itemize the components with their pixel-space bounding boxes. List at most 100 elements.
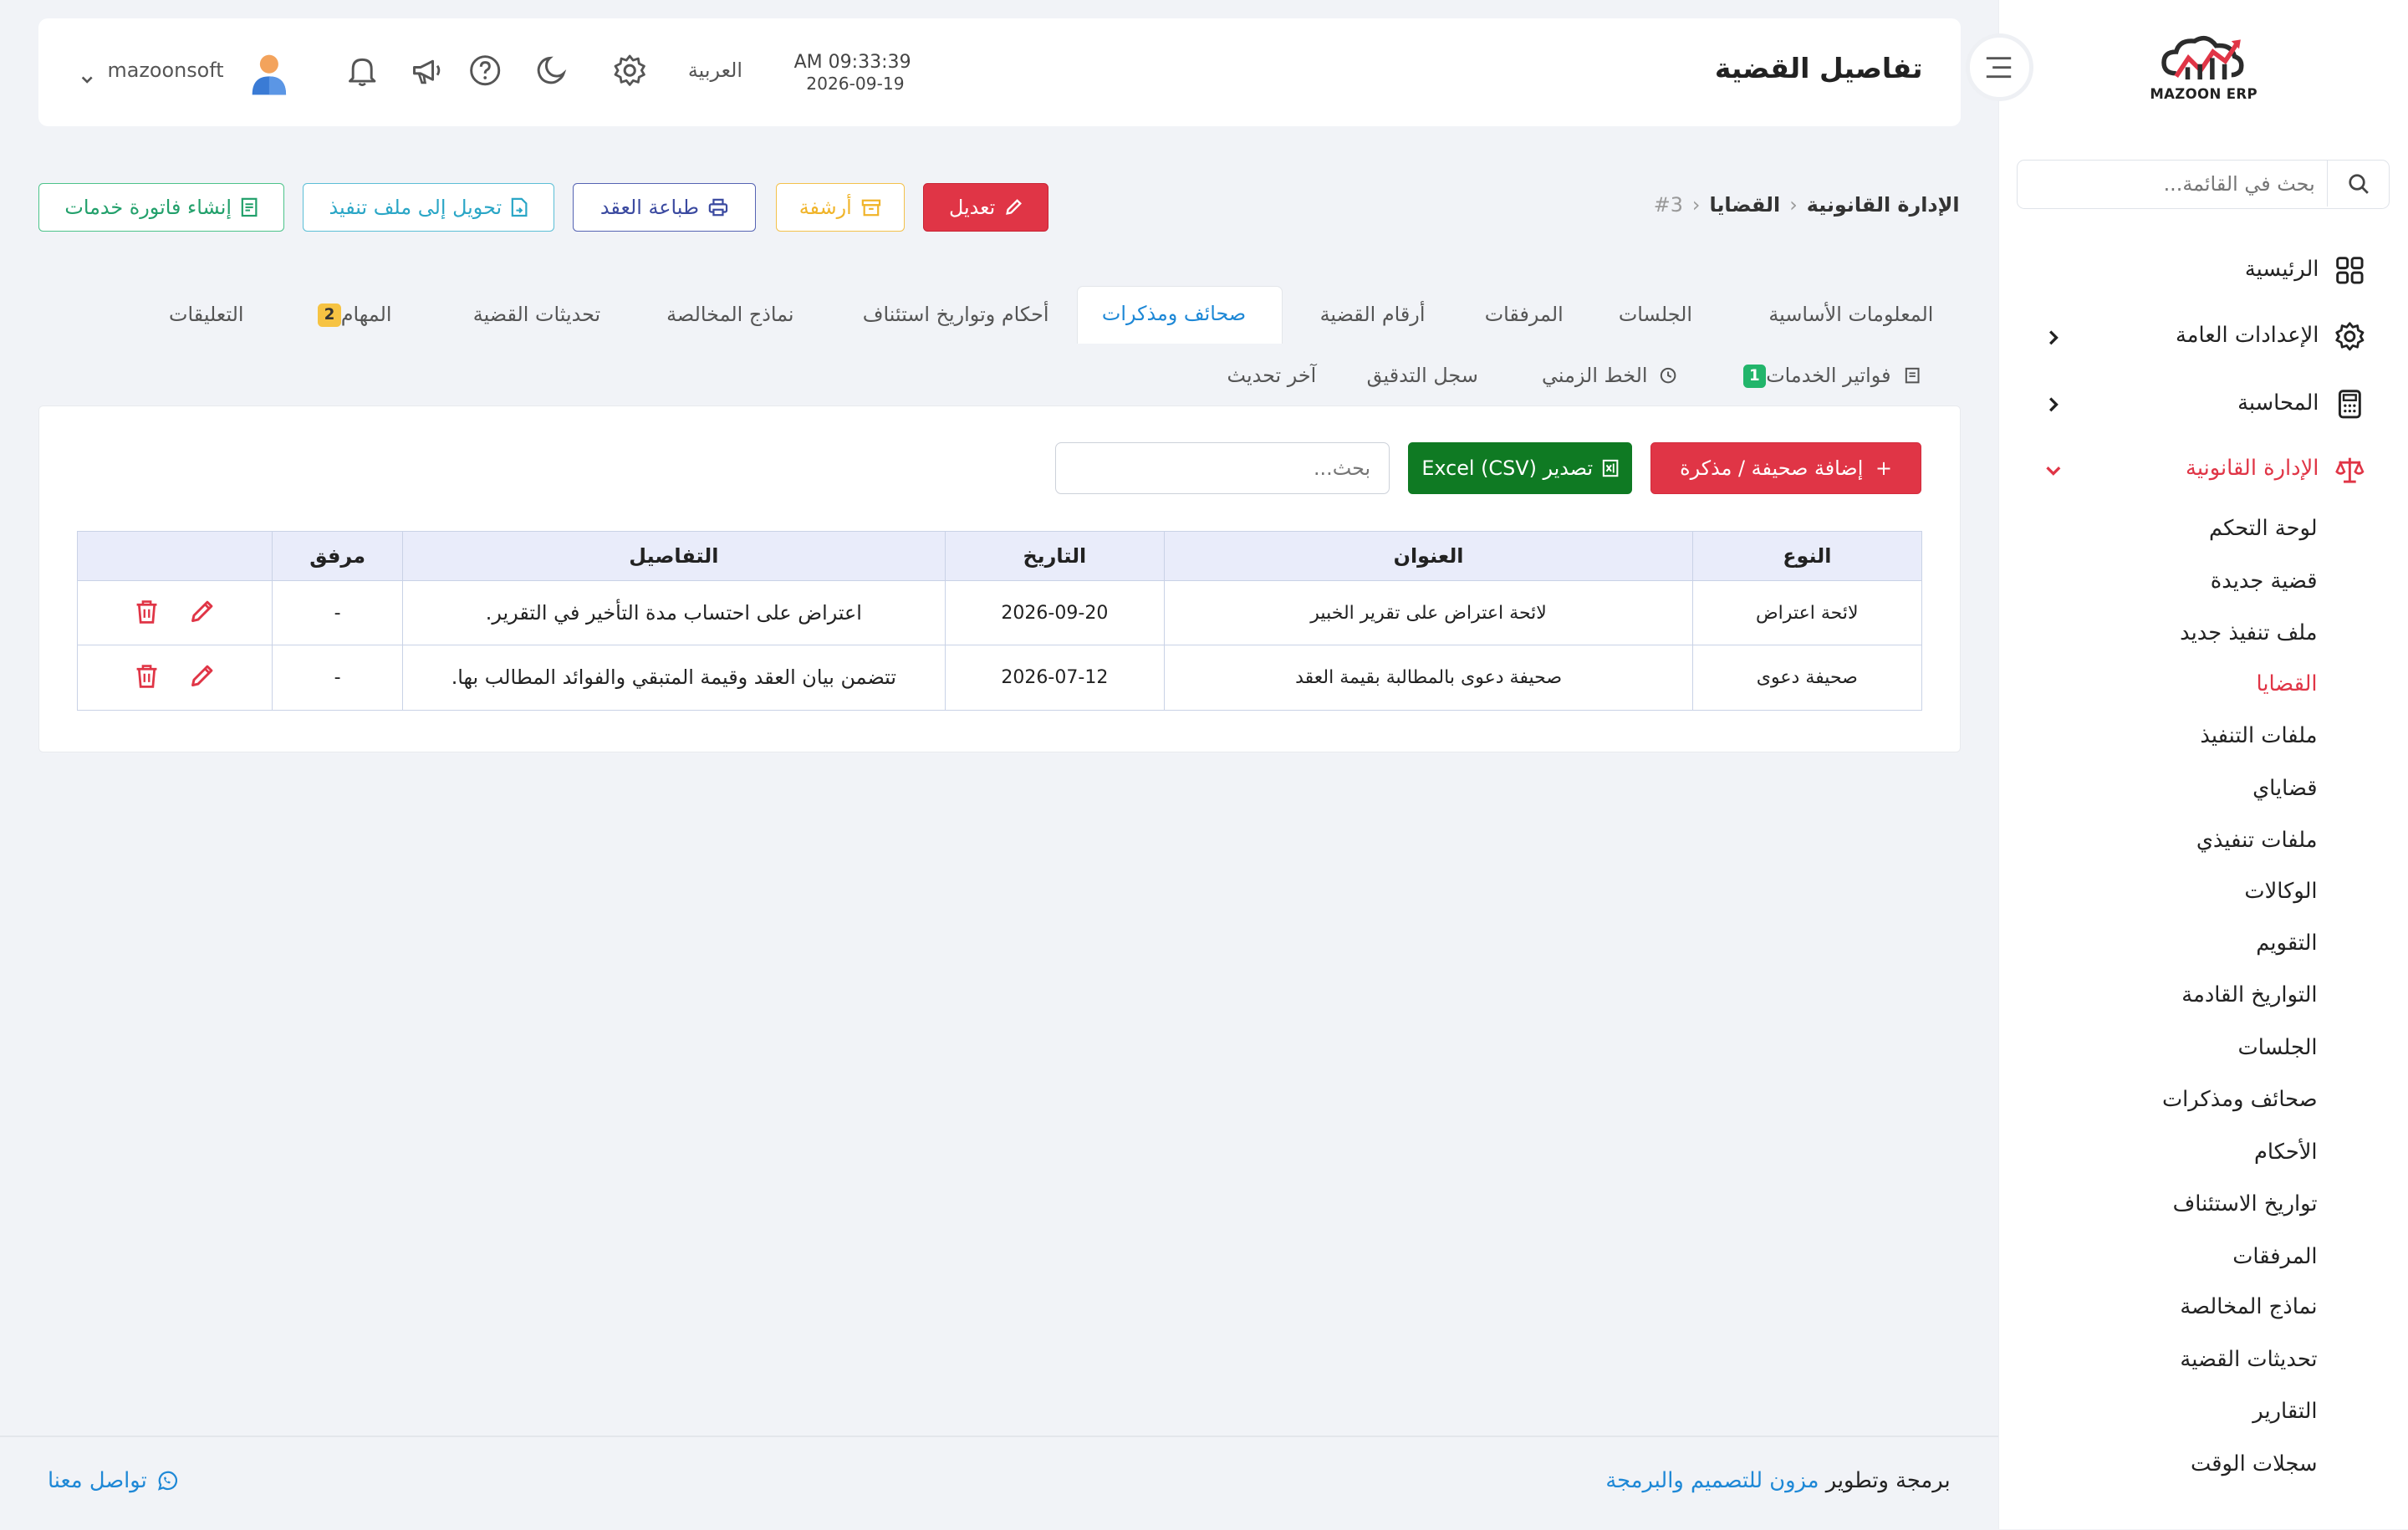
tab-sessions[interactable]: الجلسات: [1619, 303, 1692, 326]
sidebar-subitem[interactable]: التواريخ القادمة: [2181, 982, 2317, 1007]
sidebar-item-general-settings[interactable]: الإعدادات العامة: [2027, 318, 2365, 354]
tab-basic-info[interactable]: المعلومات الأساسية: [1768, 303, 1933, 326]
tab-timeline-label: الخط الزمني: [1542, 364, 1648, 388]
tab-pleadings[interactable]: صحائف ومذكرات: [1076, 285, 1283, 344]
footer-credit-link[interactable]: مزون للتصميم والبرمجة: [1605, 1468, 1819, 1493]
tab-case-numbers[interactable]: أرقام القضية: [1320, 303, 1426, 326]
gear-icon: [2334, 321, 2365, 352]
user-name[interactable]: mazoonsoft: [108, 59, 224, 82]
language-switch[interactable]: العربية: [688, 59, 742, 82]
sidebar-subitem[interactable]: التقويم: [2256, 931, 2317, 956]
tab-service-invoices[interactable]: 1 فواتير الخدمات: [1734, 364, 1921, 389]
help-icon[interactable]: [468, 54, 505, 90]
tab-rulings-appeals[interactable]: أحكام وتواريخ استئناف: [863, 303, 1049, 326]
cell-date: 2026-09-20: [944, 580, 1166, 646]
column-header[interactable]: التفاصيل: [402, 531, 946, 582]
archive-icon: [861, 199, 880, 217]
sidebar-subitem-cases-active[interactable]: القضايا: [2256, 671, 2317, 696]
archive-button-label: أرشفة: [798, 195, 852, 219]
brand-logo[interactable]: MAZOON ERP: [2147, 33, 2261, 110]
add-pleading-button[interactable]: + إضافة صحيفة / مذكرة: [1650, 441, 1921, 495]
sidebar-subitem[interactable]: قضاياي: [2252, 776, 2318, 801]
tab-attachments[interactable]: المرفقات: [1485, 303, 1564, 326]
sidebar-subitem[interactable]: الجلسات: [2238, 1035, 2318, 1060]
bell-icon[interactable]: [345, 54, 382, 90]
sidebar-subitem[interactable]: تواريخ الاستئناف: [2173, 1191, 2318, 1216]
cell-title: لائحة اعتراض على تقرير الخبير: [1164, 580, 1693, 646]
cell-details: اعتراض على احتساب مدة التأخير في التقرير…: [402, 580, 946, 646]
sidebar-item-legal[interactable]: الإدارة القانونية: [2027, 451, 2365, 488]
trash-icon[interactable]: [132, 662, 163, 693]
convert-to-execution-button[interactable]: تحويل إلى ملف تنفيذ: [302, 182, 555, 232]
add-button-label: إضافة صحيفة / مذكرة: [1680, 456, 1864, 481]
column-header[interactable]: مرفق: [272, 531, 404, 582]
logo-icon: [2161, 36, 2244, 80]
invoice-button-label: إنشاء فاتورة خدمات: [64, 195, 232, 219]
column-header[interactable]: العنوان: [1164, 531, 1693, 582]
app-root: MAZOON ERP الرئيسية الإعدادات العامة الم…: [0, 0, 2408, 1530]
sidebar-item-home[interactable]: الرئيسية: [2027, 252, 2365, 288]
tab-case-updates[interactable]: تحديثات القضية: [473, 303, 600, 326]
sidebar-subitem[interactable]: لوحة التحكم: [2209, 516, 2318, 541]
sidebar-item-accounting[interactable]: المحاسبة: [2027, 385, 2365, 422]
cell-type: صحيفة دعوى: [1691, 645, 1922, 711]
sidebar-toggle-button[interactable]: [1965, 33, 2033, 102]
search-icon[interactable]: [2327, 161, 2388, 207]
footer-divider: [0, 1436, 1998, 1438]
document-icon: [1905, 367, 1920, 384]
column-header[interactable]: النوع: [1691, 531, 1922, 582]
tab-tasks[interactable]: 2 المهام: [309, 303, 391, 327]
edit-button[interactable]: تعديل: [922, 182, 1049, 232]
sidebar-subitem[interactable]: تحديثات القضية: [2180, 1347, 2317, 1372]
invoices-count-badge: 1: [1742, 365, 1767, 389]
moon-icon[interactable]: [536, 54, 573, 90]
sidebar-subitem[interactable]: ملفات تنفيذي: [2196, 828, 2318, 853]
contact-us-link[interactable]: تواصل معنا: [48, 1468, 178, 1493]
sidebar-subitem[interactable]: سجلات الوقت: [2191, 1451, 2318, 1476]
create-invoice-button[interactable]: إنشاء فاتورة خدمات: [38, 182, 284, 232]
sidebar-subitem[interactable]: ملف تنفيذ جديد: [2180, 620, 2317, 645]
tab-last-update[interactable]: آخر تحديث: [1227, 364, 1317, 387]
excel-icon: [1602, 459, 1619, 477]
chevron-left-icon: [2043, 325, 2064, 347]
sidebar-subitem[interactable]: نماذج المخالصة: [2180, 1294, 2317, 1319]
avatar[interactable]: [249, 52, 289, 95]
breadcrumb-separator: ‹: [1691, 193, 1701, 217]
sidebar-subitem[interactable]: ملفات التنفيذ: [2200, 723, 2317, 748]
export-excel-button[interactable]: تصدير (CSV) Excel: [1408, 441, 1633, 495]
cell-actions: [76, 645, 273, 711]
breadcrumb-root[interactable]: الإدارة القانونية: [1807, 193, 1960, 217]
print-contract-button[interactable]: طباعة العقد: [573, 182, 756, 232]
sidebar-subitem[interactable]: قضية جديدة: [2211, 569, 2318, 594]
edit-row-icon[interactable]: [187, 598, 218, 629]
tab-comments[interactable]: التعليقات: [169, 303, 244, 326]
gear-icon[interactable]: [613, 54, 650, 90]
convert-button-label: تحويل إلى ملف تنفيذ: [329, 195, 503, 219]
plus-icon: +: [1875, 456, 1893, 481]
column-header[interactable]: التاريخ: [944, 531, 1166, 582]
chevron-down-icon[interactable]: [79, 64, 94, 93]
page-title: تفاصيل القضية: [1714, 52, 1923, 85]
tab-settlement-forms[interactable]: نماذج المخالصة: [666, 303, 793, 326]
logo-text: MAZOON ERP: [2150, 85, 2258, 102]
table-search-input[interactable]: [1055, 442, 1390, 494]
archive-button[interactable]: أرشفة: [775, 182, 905, 232]
sidebar-subitem[interactable]: الوكالات: [2244, 879, 2317, 904]
edit-row-icon[interactable]: [187, 662, 218, 693]
sidebar-item-label: الإدارة القانونية: [2186, 456, 2319, 482]
sidebar-subitem[interactable]: الأحكام: [2254, 1140, 2318, 1165]
menu-icon: [1987, 56, 2012, 78]
breadcrumb-separator: ‹: [1789, 193, 1798, 217]
tab-audit-log[interactable]: سجل التدقيق: [1367, 364, 1478, 387]
pencil-icon: [1006, 198, 1023, 215]
sidebar-subitem[interactable]: التقارير: [2252, 1399, 2317, 1424]
tab-timeline[interactable]: الخط الزمني: [1542, 364, 1677, 387]
trash-icon[interactable]: [132, 598, 163, 629]
sidebar-subitem[interactable]: المرفقات: [2232, 1244, 2317, 1269]
calculator-icon: [2334, 389, 2365, 420]
breadcrumb-section[interactable]: القضايا: [1709, 193, 1780, 217]
pleadings-table: النوع العنوان التاريخ التفاصيل مرفق لائح…: [76, 531, 1922, 711]
sidebar-subitem[interactable]: صحائف ومذكرات: [2162, 1087, 2318, 1112]
sidebar-search-input[interactable]: [2041, 168, 2319, 199]
megaphone-icon[interactable]: [410, 54, 446, 90]
